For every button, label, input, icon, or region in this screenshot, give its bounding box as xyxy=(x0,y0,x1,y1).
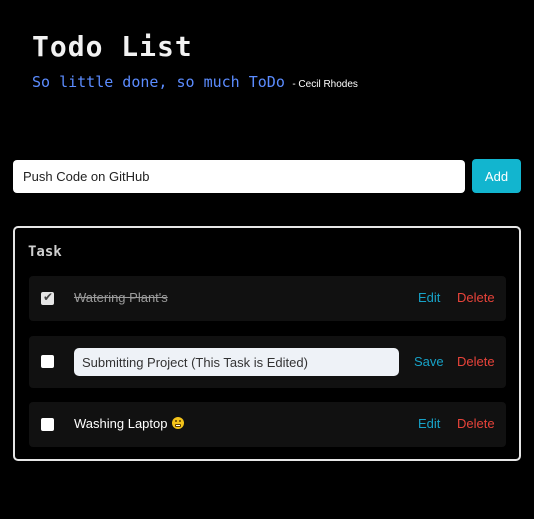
save-button[interactable]: Save xyxy=(414,354,444,370)
quote-author: - Cecil Rhodes xyxy=(292,79,358,90)
tagline: So little done, so much ToDo - Cecil Rho… xyxy=(32,72,358,95)
app-title: Todo List xyxy=(32,30,193,63)
task-checkbox[interactable] xyxy=(41,355,54,368)
delete-button[interactable]: Delete xyxy=(457,416,495,432)
task-row: ✔ Watering Plant's Edit Delete xyxy=(29,276,506,321)
delete-button[interactable]: Delete xyxy=(457,290,495,306)
task-checkbox[interactable]: ✔ xyxy=(41,290,54,305)
task-text: Washing Laptop xyxy=(74,416,168,431)
add-task-button[interactable]: Add xyxy=(472,159,521,193)
task-text: Watering Plant's xyxy=(74,290,168,305)
edit-button[interactable]: Edit xyxy=(418,416,440,432)
task-checkbox[interactable] xyxy=(41,418,54,431)
panel-heading: Task xyxy=(28,244,62,260)
checkmark-icon: ✔ xyxy=(43,290,54,304)
new-task-input[interactable] xyxy=(13,160,465,193)
task-panel: Task ✔ Watering Plant's Edit Delete Save… xyxy=(13,226,521,461)
delete-button[interactable]: Delete xyxy=(457,354,495,370)
task-text-wrapper: Washing Laptop xyxy=(74,416,185,432)
task-row: Save Delete xyxy=(29,336,506,388)
quote-text: So little done, so much ToDo xyxy=(32,73,285,91)
edit-button[interactable]: Edit xyxy=(418,290,440,306)
grimacing-face-icon xyxy=(172,417,185,429)
edit-task-input[interactable] xyxy=(74,348,399,376)
task-row: Washing Laptop Edit Delete xyxy=(29,402,506,447)
